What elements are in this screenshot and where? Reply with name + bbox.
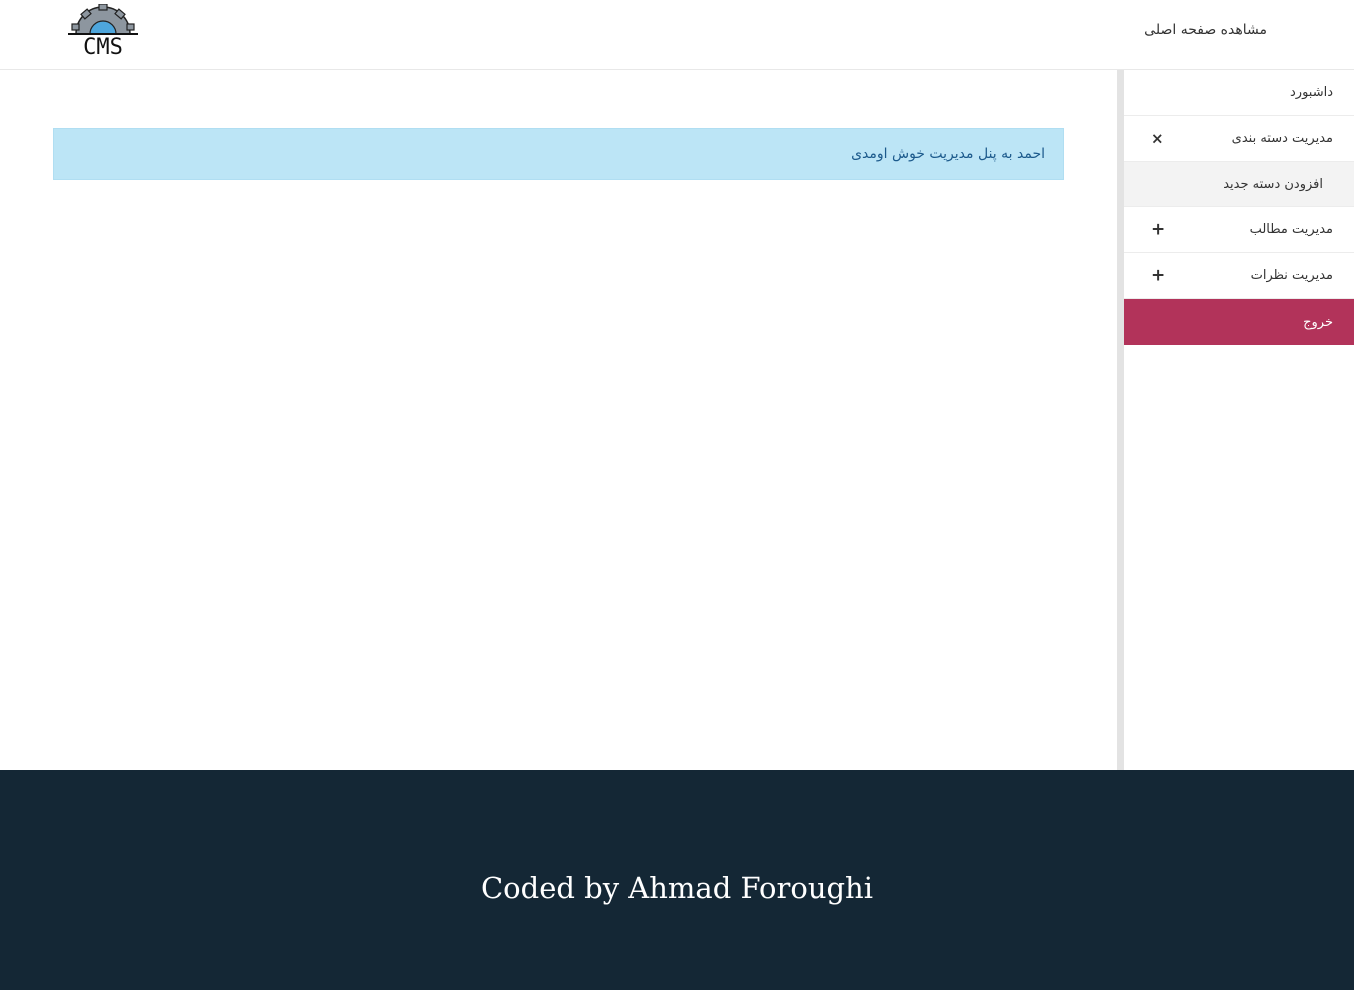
sidebar-subitem-add-category[interactable]: افزودن دسته جدید	[1124, 162, 1354, 207]
sidebar-item-category-management[interactable]: مدیریت دسته بندی ×	[1124, 116, 1354, 162]
close-icon[interactable]: ×	[1151, 131, 1164, 146]
sidebar-subitem-label: افزودن دسته جدید	[1223, 176, 1323, 192]
footer-credit: Coded by Ahmad Foroughi	[480, 871, 874, 905]
welcome-message: احمد به پنل مدیریت خوش اومدی	[851, 146, 1045, 162]
sidebar-item-dashboard[interactable]: داشبورد	[1124, 70, 1354, 116]
welcome-alert: احمد به پنل مدیریت خوش اومدی	[53, 128, 1064, 180]
gear-icon	[68, 3, 138, 35]
sidebar-item-label: مدیریت دسته بندی	[1231, 131, 1333, 146]
cms-logo[interactable]: CMS	[66, 3, 140, 60]
plus-icon[interactable]: +	[1151, 221, 1165, 238]
top-header: CMS مشاهده صفحه اصلی	[0, 0, 1354, 70]
sidebar-item-label: مدیریت نظرات	[1250, 268, 1333, 283]
sidebar-item-comment-management[interactable]: مدیریت نظرات +	[1124, 253, 1354, 299]
logout-label: خروج	[1303, 314, 1333, 330]
footer: Coded by Ahmad Foroughi	[0, 770, 1354, 990]
sidebar-item-label: مدیریت مطالب	[1249, 222, 1333, 237]
logout-button[interactable]: خروج	[1124, 299, 1354, 345]
sidebar: داشبورد مدیریت دسته بندی × افزودن دسته ج…	[1117, 70, 1354, 770]
svg-text:CMS: CMS	[83, 35, 123, 58]
sidebar-item-label: داشبورد	[1290, 85, 1333, 100]
home-page-link[interactable]: مشاهده صفحه اصلی	[1144, 22, 1267, 38]
plus-icon[interactable]: +	[1151, 267, 1165, 284]
sidebar-item-post-management[interactable]: مدیریت مطالب +	[1124, 207, 1354, 253]
